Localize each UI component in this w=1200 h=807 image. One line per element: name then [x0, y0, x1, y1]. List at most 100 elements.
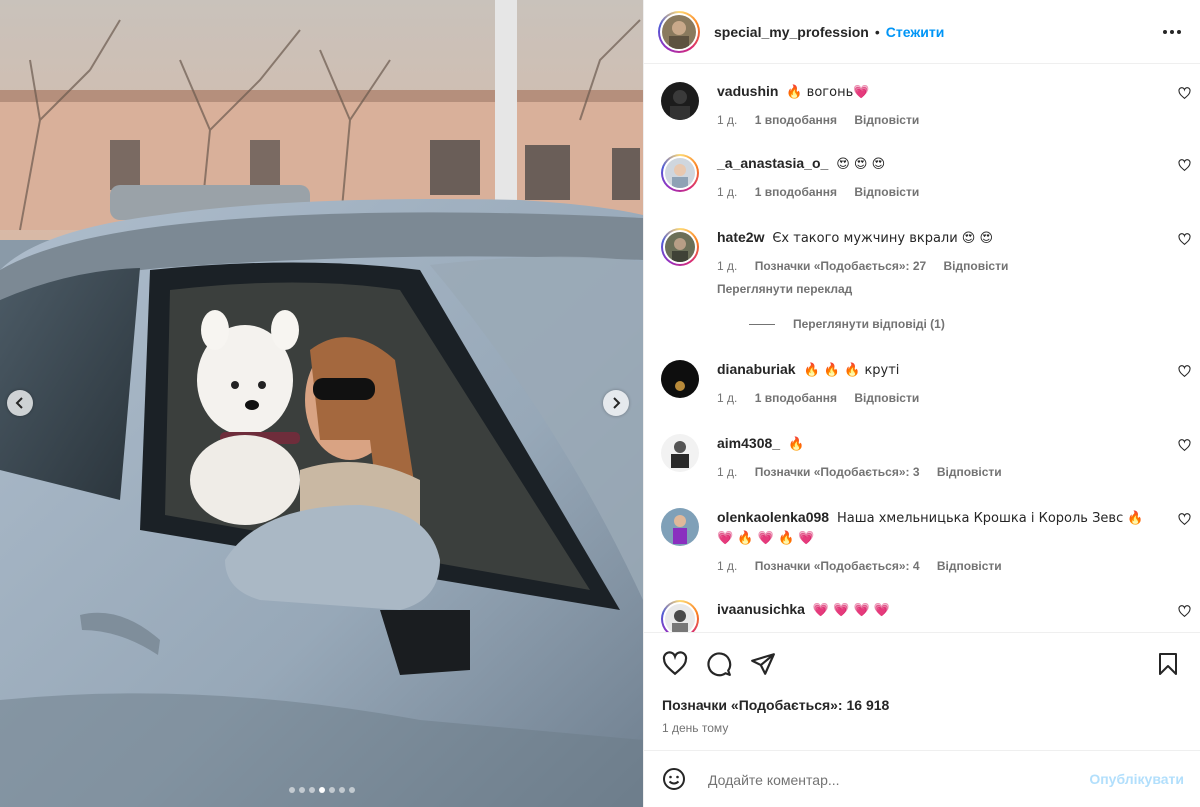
heart-icon[interactable] [1178, 605, 1191, 618]
carousel-dot [288, 787, 295, 793]
share-send-icon[interactable] [750, 651, 776, 677]
comment-time: 1 д. [717, 259, 738, 273]
comments-list: vadushin 🔥 вогонь💗 1 д. 1 вподобання Від… [644, 64, 1200, 632]
comment-username[interactable]: ivaanusichka [717, 601, 805, 617]
carousel-dot [348, 787, 355, 793]
post-comment-button[interactable]: Опублікувати [1089, 771, 1184, 787]
avatar-image [662, 14, 696, 49]
reply-button[interactable]: Відповісти [937, 465, 1002, 479]
comment-input[interactable] [706, 765, 1070, 795]
reply-button[interactable]: Відповісти [854, 113, 919, 127]
comment-username[interactable]: dianaburiak [717, 361, 796, 377]
comment-text: 🔥 [787, 437, 805, 452]
comment-username[interactable]: vadushin [717, 83, 778, 99]
view-translation-link[interactable]: Переглянути переклад [717, 280, 1157, 299]
heart-icon[interactable] [1178, 159, 1191, 172]
carousel-dot [298, 787, 305, 793]
more-horizontal-icon[interactable] [1162, 22, 1182, 42]
heart-icon[interactable] [1178, 233, 1191, 246]
separator-dot: • [874, 23, 880, 40]
follow-button[interactable]: Стежити [886, 24, 945, 40]
carousel-dot [328, 787, 335, 793]
comment-username[interactable]: hate2w [717, 229, 764, 245]
heart-icon[interactable] [1178, 365, 1191, 378]
author-username[interactable]: special_my_profession [714, 24, 869, 40]
comment-username[interactable]: _a_anastasia_o_ [717, 155, 828, 171]
post-header: special_my_profession • Стежити [644, 0, 1200, 64]
like-heart-icon[interactable] [662, 651, 688, 677]
comment-bubble-icon[interactable] [706, 651, 732, 677]
comment-body: dianaburiak 🔥 🔥 🔥 круті 1 д. 1 вподобанн… [717, 360, 1157, 408]
avatar-image [661, 360, 699, 398]
emoji-icon[interactable] [662, 767, 686, 791]
comment-likes[interactable]: 1 вподобання [755, 391, 837, 405]
author-avatar[interactable] [658, 10, 700, 53]
comment-text: 😍 😍 😍 [836, 157, 886, 172]
comment-time: 1 д. [717, 113, 738, 127]
heart-icon[interactable] [1178, 439, 1191, 452]
add-comment-bar: Опублікувати [644, 750, 1200, 807]
comment-meta: 1 д. 1 вподобання Відповісти [717, 183, 1157, 202]
comment-likes[interactable]: 1 вподобання [755, 113, 837, 127]
commenter-avatar[interactable] [661, 82, 699, 120]
commenter-avatar[interactable] [661, 434, 699, 472]
comment-time: 1 д. [717, 559, 738, 573]
carousel-prev-button[interactable] [7, 390, 33, 416]
comment-username[interactable]: olenkaolenka098 [717, 509, 829, 525]
carousel-dot [338, 787, 345, 793]
comment-body: hate2w Єх такого мужчину вкрали 😍 😍 1 д.… [717, 228, 1157, 299]
comment-body: ivaanusichka 💗 💗 💗 💗 [717, 600, 1157, 620]
carousel-next-button[interactable] [603, 390, 629, 416]
comment-meta: 1 д. 1 вподобання Відповісти [717, 389, 1157, 408]
reply-button[interactable]: Відповісти [944, 259, 1009, 273]
avatar-image [661, 434, 699, 472]
post-image [0, 0, 643, 807]
comment-time: 1 д. [717, 185, 738, 199]
view-replies-button[interactable]: Переглянути відповіді (1) [749, 317, 945, 331]
comment-time: 1 д. [717, 465, 738, 479]
carousel-dot [308, 787, 315, 793]
carousel-dot-active [318, 787, 325, 793]
reply-button[interactable]: Відповісти [937, 559, 1002, 573]
reply-button[interactable]: Відповісти [854, 185, 919, 199]
avatar-image [661, 82, 699, 120]
view-replies-label: Переглянути відповіді (1) [793, 317, 945, 331]
reply-button[interactable]: Відповісти [854, 391, 919, 405]
heart-icon[interactable] [1178, 87, 1191, 100]
chevron-left-icon [15, 397, 23, 409]
comment-likes[interactable]: Позначки «Подобається»: 27 [755, 259, 926, 273]
avatar-image [665, 232, 695, 262]
commenter-avatar[interactable] [661, 360, 699, 398]
post-sidebar: special_my_profession • Стежити vadushin… [643, 0, 1200, 807]
avatar-image [665, 604, 695, 632]
post-photo [0, 0, 643, 807]
comment-likes[interactable]: Позначки «Подобається»: 4 [755, 559, 920, 573]
commenter-avatar[interactable] [661, 508, 699, 546]
comment-username[interactable]: aim4308_ [717, 435, 780, 451]
chevron-right-icon [613, 397, 621, 409]
comment-text: 💗 💗 💗 💗 [812, 603, 890, 618]
commenter-avatar[interactable] [661, 600, 699, 632]
comment-text: 🔥 🔥 🔥 круті [803, 363, 900, 378]
comment-likes[interactable]: Позначки «Подобається»: 3 [755, 465, 920, 479]
comment-meta: 1 д. Позначки «Подобається»: 4 Відповіст… [717, 557, 1157, 576]
comment-meta: 1 д. 1 вподобання Відповісти [717, 111, 1157, 130]
replies-divider [749, 323, 775, 325]
heart-icon[interactable] [1178, 513, 1191, 526]
comment-meta: 1 д. Позначки «Подобається»: 27 Відповіс… [717, 257, 1157, 276]
avatar-image [661, 508, 699, 546]
commenter-avatar[interactable] [661, 154, 699, 192]
comment-text: Єх такого мужчину вкрали 😍 😍 [772, 231, 994, 246]
post-likes-count[interactable]: Позначки «Подобається»: 16 918 [662, 697, 889, 713]
post-actions: Позначки «Подобається»: 16 918 1 день то… [644, 632, 1200, 750]
carousel-indicator [0, 787, 643, 793]
bookmark-icon[interactable] [1156, 651, 1180, 677]
avatar-image [665, 158, 695, 188]
comment-text: 🔥 вогонь💗 [786, 85, 870, 100]
comment-body: _a_anastasia_o_ 😍 😍 😍 1 д. 1 вподобання … [717, 154, 1157, 202]
comment-body: olenkaolenka098 Наша хмельницька Крошка … [717, 508, 1157, 576]
comment-body: aim4308_ 🔥 1 д. Позначки «Подобається»: … [717, 434, 1157, 482]
comment-likes[interactable]: 1 вподобання [755, 185, 837, 199]
commenter-avatar[interactable] [661, 228, 699, 266]
post-timestamp[interactable]: 1 день тому [662, 721, 728, 735]
